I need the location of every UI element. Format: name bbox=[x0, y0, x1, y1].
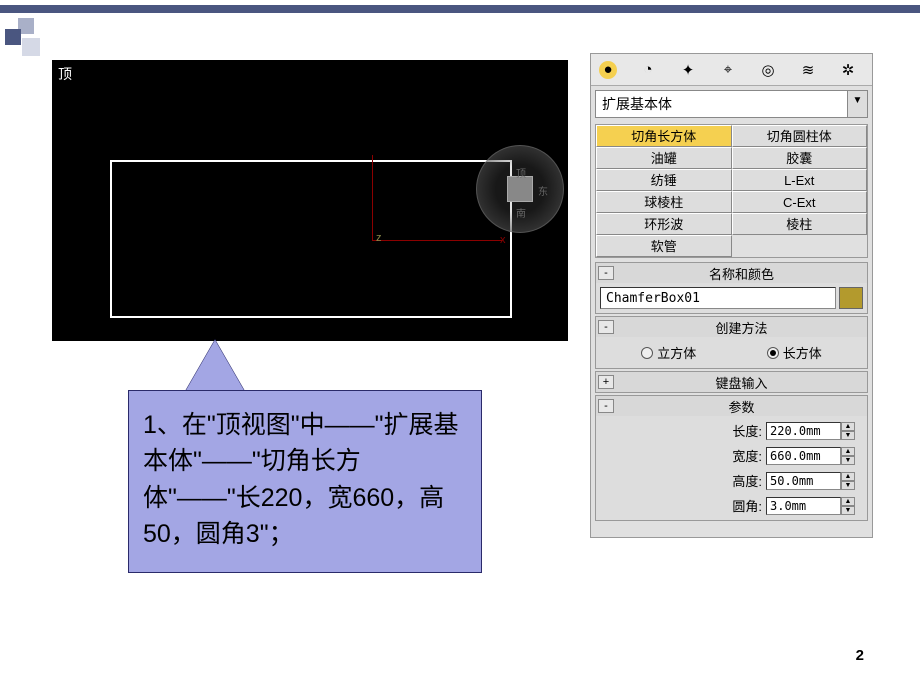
chamferbox-outline[interactable] bbox=[110, 160, 512, 318]
width-label: 宽度: bbox=[706, 446, 762, 465]
callout-arrow bbox=[185, 340, 245, 392]
axis-x-label: x bbox=[500, 234, 506, 246]
height-input[interactable] bbox=[766, 472, 841, 490]
rollout-head-name-color[interactable]: - 名称和颜色 bbox=[596, 263, 867, 283]
width-input[interactable] bbox=[766, 447, 841, 465]
spin-down-icon[interactable]: ▼ bbox=[841, 506, 855, 515]
spacewarps-tab-icon[interactable]: ≋ bbox=[799, 61, 817, 79]
spin-down-icon[interactable]: ▼ bbox=[841, 431, 855, 440]
rollout-name-color: - 名称和颜色 bbox=[595, 262, 868, 314]
height-label: 高度: bbox=[706, 471, 762, 490]
radio-cube[interactable]: 立方体 bbox=[641, 343, 696, 362]
panel-tab-row: ● ◔ ✦ ⌖ ◎ ≋ ✲ bbox=[591, 54, 872, 86]
spin-up-icon[interactable]: ▲ bbox=[841, 497, 855, 506]
systems-tab-icon[interactable]: ✲ bbox=[839, 61, 857, 79]
rollout-head-params[interactable]: - 参数 bbox=[596, 396, 867, 416]
rollout-title: 名称和颜色 bbox=[616, 264, 867, 283]
collapse-icon[interactable]: - bbox=[598, 320, 614, 334]
btn-hose[interactable]: 软管 bbox=[596, 235, 732, 257]
btn-spindle[interactable]: 纺锤 bbox=[596, 169, 732, 191]
length-label: 长度: bbox=[706, 421, 762, 440]
color-swatch[interactable] bbox=[839, 287, 863, 309]
collapse-icon[interactable]: - bbox=[598, 266, 614, 280]
rollout-head-create-method[interactable]: - 创建方法 bbox=[596, 317, 867, 337]
length-input[interactable] bbox=[766, 422, 841, 440]
axis-x-line bbox=[372, 240, 502, 241]
btn-ringwave[interactable]: 环形波 bbox=[596, 213, 732, 235]
viewcube-top: 顶 bbox=[516, 165, 526, 180]
rollout-title: 参数 bbox=[616, 397, 867, 416]
btn-chamfercyl[interactable]: 切角圆柱体 bbox=[732, 125, 868, 147]
slide-corner-decoration bbox=[0, 18, 45, 63]
fillet-label: 圆角: bbox=[706, 496, 762, 515]
btn-oiltank[interactable]: 油罐 bbox=[596, 147, 732, 169]
height-spinner[interactable]: ▲▼ bbox=[766, 472, 855, 490]
instruction-text: 1、在"顶视图"中——"扩展基本体"——"切角长方体"——"长220，宽660，… bbox=[143, 411, 459, 548]
btn-lext[interactable]: L-Ext bbox=[732, 169, 868, 191]
btn-capsule[interactable]: 胶囊 bbox=[732, 147, 868, 169]
viewcube[interactable]: 顶 东 南 bbox=[476, 145, 566, 235]
cameras-tab-icon[interactable]: ⌖ bbox=[719, 61, 737, 79]
btn-gengon[interactable]: 球棱柱 bbox=[596, 191, 732, 213]
spin-up-icon[interactable]: ▲ bbox=[841, 447, 855, 456]
helpers-tab-icon[interactable]: ◎ bbox=[759, 61, 777, 79]
category-dropdown[interactable]: 扩展基本体 ▼ bbox=[595, 90, 868, 118]
expand-icon[interactable]: + bbox=[598, 375, 614, 389]
fillet-spinner[interactable]: ▲▼ bbox=[766, 497, 855, 515]
collapse-icon[interactable]: - bbox=[598, 399, 614, 413]
btn-cext[interactable]: C-Ext bbox=[732, 191, 868, 213]
width-spinner[interactable]: ▲▼ bbox=[766, 447, 855, 465]
spin-up-icon[interactable]: ▲ bbox=[841, 472, 855, 481]
axis-z-line bbox=[372, 155, 373, 241]
axis-z-label: z bbox=[376, 232, 382, 244]
slide-top-bar bbox=[0, 5, 920, 13]
rollout-create-method: - 创建方法 立方体 长方体 bbox=[595, 316, 868, 369]
rollout-title: 创建方法 bbox=[616, 318, 867, 337]
viewcube-east: 东 bbox=[538, 183, 548, 198]
spin-up-icon[interactable]: ▲ bbox=[841, 422, 855, 431]
geometry-tab-icon[interactable]: ● bbox=[599, 61, 617, 79]
shapes-tab-icon[interactable]: ◔ bbox=[639, 61, 657, 79]
page-number: 2 bbox=[856, 647, 864, 664]
object-type-grid: 切角长方体 切角圆柱体 油罐 胶囊 纺锤 L-Ext 球棱柱 C-Ext 环形波… bbox=[595, 124, 868, 258]
spin-down-icon[interactable]: ▼ bbox=[841, 456, 855, 465]
spin-down-icon[interactable]: ▼ bbox=[841, 481, 855, 490]
viewcube-south: 南 bbox=[516, 205, 526, 220]
rollout-params: - 参数 长度: ▲▼ 宽度: ▲▼ 高度: bbox=[595, 395, 868, 521]
lights-tab-icon[interactable]: ✦ bbox=[679, 61, 697, 79]
top-viewport[interactable]: 顶 x z 顶 东 南 bbox=[52, 60, 568, 341]
rollout-title: 键盘输入 bbox=[616, 373, 867, 392]
create-panel: ● ◔ ✦ ⌖ ◎ ≋ ✲ 扩展基本体 ▼ 切角长方体 切角圆柱体 油罐 胶囊 … bbox=[590, 53, 873, 538]
dropdown-arrow-icon[interactable]: ▼ bbox=[847, 91, 867, 117]
btn-prism[interactable]: 棱柱 bbox=[732, 213, 868, 235]
length-spinner[interactable]: ▲▼ bbox=[766, 422, 855, 440]
radio-box[interactable]: 长方体 bbox=[767, 343, 822, 362]
btn-chamferbox[interactable]: 切角长方体 bbox=[596, 125, 732, 147]
fillet-input[interactable] bbox=[766, 497, 841, 515]
rollout-keyboard: + 键盘输入 bbox=[595, 371, 868, 393]
dropdown-text: 扩展基本体 bbox=[596, 91, 847, 117]
instruction-callout: 1、在"顶视图"中——"扩展基本体"——"切角长方体"——"长220，宽660，… bbox=[128, 390, 482, 573]
rollout-head-keyboard[interactable]: + 键盘输入 bbox=[596, 372, 867, 392]
object-name-input[interactable] bbox=[600, 287, 836, 309]
viewport-label: 顶 bbox=[58, 64, 72, 84]
